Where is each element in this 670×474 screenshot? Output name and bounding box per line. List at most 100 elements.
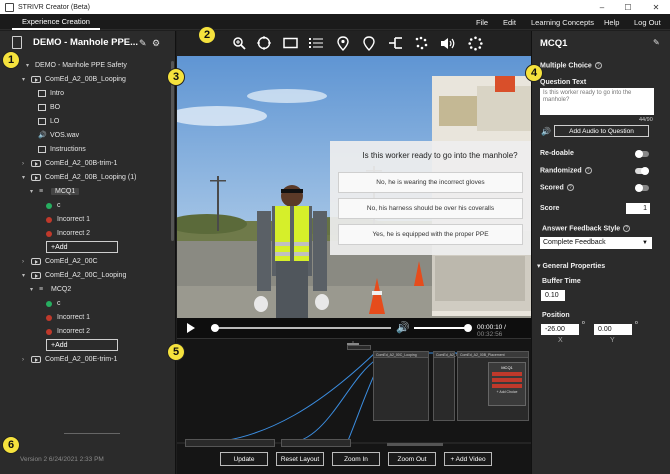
menu-log-out[interactable]: Log Out <box>634 14 661 30</box>
tree-item-bo[interactable]: BO <box>38 101 60 114</box>
chevron-down-icon[interactable]: ▾ <box>22 272 28 279</box>
tree-video-item[interactable]: ▾ ComEd_A2_00C_Looping <box>22 269 126 282</box>
help-icon[interactable]: ? <box>623 225 631 232</box>
pin-outline-icon[interactable] <box>361 35 377 51</box>
spinner-icon[interactable] <box>467 35 483 51</box>
menu-edit[interactable]: Edit <box>503 14 516 30</box>
position-y-input[interactable]: 0.00 <box>594 324 632 335</box>
zoom-out-button[interactable]: Zoom Out <box>388 452 436 466</box>
pin-icon[interactable] <box>335 35 351 51</box>
answer-item[interactable]: Incorrect 1 <box>46 311 90 324</box>
menu-file[interactable]: File <box>476 14 488 30</box>
audio-icon[interactable] <box>440 35 456 51</box>
graph-node[interactable] <box>281 439 351 447</box>
tree-video-item[interactable]: ▾ ComEd_A2_00B_Looping (1) <box>22 171 136 184</box>
chevron-down-icon[interactable]: ▾ <box>30 188 36 195</box>
tree-root[interactable]: ▾ DEMO - Manhole PPE Safety <box>26 59 127 72</box>
add-video-button[interactable]: + Add Video <box>444 452 492 466</box>
video-preview[interactable]: Is this worker ready to go into the manh… <box>177 56 531 318</box>
chevron-down-icon[interactable]: ▾ <box>26 62 32 69</box>
menu-help[interactable]: Help <box>604 14 619 30</box>
chevron-down-icon[interactable]: ▾ <box>22 76 28 83</box>
add-audio-button[interactable]: Add Audio to Question <box>554 125 649 137</box>
update-button[interactable]: Update <box>220 452 268 466</box>
horizontal-scrollbar[interactable] <box>64 433 120 434</box>
tree-item-label: ComEd_A2_00B_Looping (1) <box>45 174 137 181</box>
scored-toggle[interactable] <box>635 184 649 192</box>
tree-item-lo[interactable]: LO <box>38 115 59 128</box>
answer-item[interactable]: Incorrect 1 <box>46 213 90 226</box>
answer-item[interactable]: Incorrect 2 <box>46 325 90 338</box>
minimize-button[interactable]: – <box>588 0 616 14</box>
dots-icon[interactable] <box>413 35 429 51</box>
tab-experience-creation[interactable]: Experience Creation <box>12 14 100 30</box>
graph-node[interactable] <box>185 439 275 447</box>
answer-item[interactable]: c <box>46 297 61 310</box>
answer-item[interactable]: c <box>46 199 61 212</box>
tree-item-mcq2[interactable]: ▾ ≡ MCQ2 <box>30 283 71 296</box>
position-x-input[interactable]: -26.00 <box>541 324 579 335</box>
chevron-down-icon[interactable]: ▾ <box>30 286 36 293</box>
question-text-heading: Question Text <box>540 79 587 86</box>
time-readout: 00:00:10 / 00:32:56 <box>477 324 506 338</box>
answer-item[interactable]: Incorrect 2 <box>46 227 90 240</box>
graph-zoom-handle[interactable] <box>347 345 371 350</box>
tree-video-item[interactable]: ▾ ComEd_A2_00B_Looping <box>22 73 126 86</box>
score-input[interactable]: 1 <box>626 203 650 214</box>
redoable-text: Re-doable <box>540 150 574 157</box>
help-icon[interactable]: ? <box>566 184 574 191</box>
overlay-option[interactable]: No, he is wearing the incorrect gloves <box>338 172 523 193</box>
feedback-style-select[interactable]: Complete Feedback ▼ <box>540 237 652 249</box>
question-text-field[interactable]: Is this worker ready to go into the manh… <box>540 88 654 115</box>
zoom-icon[interactable] <box>231 35 247 51</box>
tree-item-intro[interactable]: Intro <box>38 87 64 100</box>
tree-item-vos[interactable]: 🔊 VOS.wav <box>38 129 79 142</box>
redoable-toggle[interactable] <box>635 150 649 158</box>
chevron-down-icon[interactable]: ▾ <box>22 174 28 181</box>
help-icon[interactable]: ? <box>584 167 592 174</box>
add-answer-button[interactable]: +Add <box>46 339 118 351</box>
volume-bar[interactable] <box>414 327 468 329</box>
tree-video-item[interactable]: › ComEd_A2_00C <box>22 255 98 268</box>
overlay-option[interactable]: Yes, he is equipped with the proper PPE <box>338 224 523 245</box>
reset-layout-button[interactable]: Reset Layout <box>276 452 324 466</box>
graph-node-mcq[interactable]: ComEd_A2_00B_Placement MCQ1 + Add Choice <box>457 351 529 421</box>
rectangle-icon[interactable] <box>282 35 298 51</box>
play-icon[interactable] <box>187 323 195 333</box>
edit-pencil-icon[interactable]: ✎ <box>139 38 147 49</box>
edit-pencil-icon[interactable]: ✎ <box>653 38 660 47</box>
seek-handle[interactable] <box>210 324 219 332</box>
buffer-time-input[interactable]: 0.10 <box>541 290 565 301</box>
tree-video-item[interactable]: › ComEd_A2_00B-trim-1 <box>22 157 117 170</box>
graph-node[interactable]: ComEd_A2_00C_Looping <box>373 351 429 421</box>
tree-item-mcq1[interactable]: ▾ ≡ MCQ1 <box>30 185 80 198</box>
help-icon[interactable]: ? <box>594 62 602 69</box>
general-properties-header[interactable]: ▾ General Properties <box>537 262 605 270</box>
volume-handle[interactable] <box>464 324 472 332</box>
tree-item-label: Intro <box>50 90 65 97</box>
chevron-right-icon[interactable]: › <box>22 357 28 363</box>
zoom-in-button[interactable]: Zoom In <box>332 452 380 466</box>
chevron-right-icon[interactable]: › <box>22 161 28 167</box>
close-button[interactable]: ✕ <box>642 0 670 14</box>
randomized-toggle[interactable] <box>635 167 649 175</box>
tree-scrollbar[interactable] <box>171 61 174 241</box>
graph-node[interactable]: ComEd_A2_00C <box>433 351 462 421</box>
callout-marker-4: 4 <box>525 64 543 82</box>
target-icon[interactable] <box>256 35 272 51</box>
volume-icon[interactable]: 🔊 <box>396 321 410 334</box>
add-choice-button[interactable]: + Add Choice <box>489 390 525 394</box>
seek-bar[interactable] <box>211 327 391 329</box>
add-answer-button[interactable]: +Add <box>46 241 118 253</box>
chevron-right-icon[interactable]: › <box>22 259 28 265</box>
mcq-card[interactable]: MCQ1 + Add Choice <box>488 362 526 406</box>
tree-item-instructions[interactable]: Instructions <box>38 143 86 156</box>
list-icon[interactable] <box>308 35 324 51</box>
overlay-option[interactable]: No, his harness should be over his cover… <box>338 198 523 219</box>
feedback-style-value: Complete Feedback <box>543 239 606 246</box>
maximize-button[interactable]: ☐ <box>614 0 642 14</box>
gear-icon[interactable]: ⚙ <box>152 38 160 49</box>
tree-video-item[interactable]: › ComEd_A2_00E-trim-1 <box>22 353 117 366</box>
menu-learning-concepts[interactable]: Learning Concepts <box>531 14 594 30</box>
branch-icon[interactable] <box>387 35 403 51</box>
